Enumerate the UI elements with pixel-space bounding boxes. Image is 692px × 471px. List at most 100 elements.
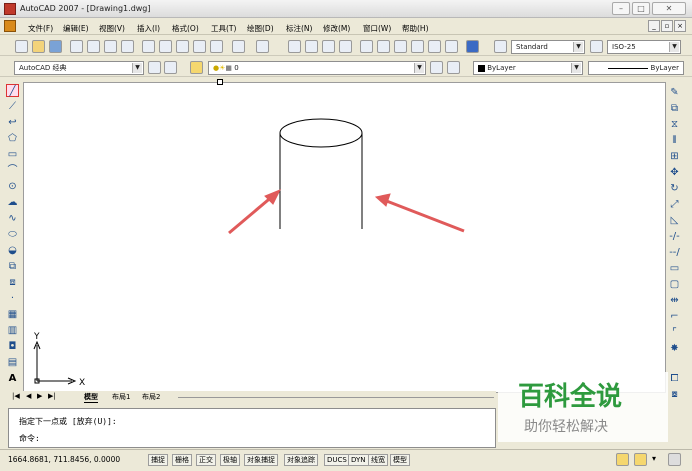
autocad-app-icon[interactable] — [4, 3, 16, 15]
explode-icon[interactable]: ✸ — [668, 342, 681, 355]
block-editor-icon[interactable] — [210, 40, 223, 53]
command-window[interactable]: 指定下一点或 [放弃(U)]: 命令: — [8, 408, 496, 448]
open-icon[interactable] — [32, 40, 45, 53]
ellipse-icon[interactable]: ⬭ — [6, 228, 19, 241]
dim-style-icon[interactable] — [590, 40, 603, 53]
menu-modify[interactable]: 修改(M) — [323, 23, 350, 34]
text-style-icon[interactable] — [494, 40, 507, 53]
layer-manager-icon[interactable] — [190, 61, 203, 74]
offset-icon[interactable]: ⫴ — [668, 134, 681, 147]
design-center-icon[interactable] — [377, 40, 390, 53]
sheet-set-icon[interactable] — [411, 40, 424, 53]
break-icon[interactable]: ▢ — [668, 278, 681, 291]
lineweight-toggle[interactable]: 线宽 — [368, 454, 388, 466]
pan-icon[interactable] — [288, 40, 301, 53]
help-icon[interactable] — [466, 40, 479, 53]
mirror-icon[interactable]: ⧖ — [668, 118, 681, 131]
menu-dimension[interactable]: 标注(N) — [286, 23, 312, 34]
fillet-icon[interactable]: ⌜ — [668, 326, 681, 339]
menu-window[interactable]: 窗口(W) — [363, 23, 391, 34]
array-icon[interactable]: ⊞ — [668, 150, 681, 163]
menu-tools[interactable]: 工具(T) — [211, 23, 236, 34]
tab-nav-first[interactable]: |◀ — [12, 392, 20, 400]
grip-marker[interactable] — [217, 79, 223, 85]
chamfer-icon[interactable]: ⌐ — [668, 310, 681, 323]
mdi-restore-button[interactable]: ▫ — [661, 20, 673, 32]
dim-style-select[interactable]: ISO-25 ▼ — [607, 40, 681, 54]
maximize-button[interactable]: □ — [632, 2, 650, 15]
minimize-button[interactable]: – — [612, 2, 630, 15]
ellipse-arc-icon[interactable]: ◒ — [6, 244, 19, 257]
menu-view[interactable]: 视图(V) — [99, 23, 125, 34]
polar-toggle[interactable]: 极轴 — [220, 454, 240, 466]
menu-format[interactable]: 格式(O) — [172, 23, 199, 34]
stretch-icon[interactable]: ◺ — [668, 214, 681, 227]
copy-object-icon[interactable]: ⧉ — [668, 102, 681, 115]
ortho-toggle[interactable]: 正交 — [196, 454, 216, 466]
linetype-select[interactable]: ByLayer — [588, 61, 684, 75]
calculator-icon[interactable] — [445, 40, 458, 53]
tab-layout2[interactable]: 布局2 — [142, 392, 160, 402]
gradient-icon[interactable]: ▥ — [6, 324, 19, 337]
draw-order-icon[interactable]: ⧠ — [668, 372, 681, 385]
extend-icon[interactable]: --/ — [668, 246, 681, 259]
paste-icon[interactable] — [176, 40, 189, 53]
move-icon[interactable]: ✥ — [668, 166, 681, 179]
undo-icon[interactable] — [232, 40, 245, 53]
properties-icon[interactable] — [360, 40, 373, 53]
make-block-icon[interactable]: ⧈ — [6, 276, 19, 289]
workspace-select[interactable]: AutoCAD 经典 ▼ — [14, 61, 144, 75]
menu-draw[interactable]: 绘图(D) — [247, 23, 274, 34]
snap-toggle[interactable]: 捕捉 — [148, 454, 168, 466]
region-icon[interactable]: ◘ — [6, 340, 19, 353]
arc-icon[interactable]: ⌒ — [6, 164, 19, 177]
status-menu-arrow[interactable]: ▾ — [652, 454, 656, 463]
zoom-realtime-icon[interactable] — [305, 40, 318, 53]
copy-icon[interactable] — [159, 40, 172, 53]
lock-toolbar-icon[interactable] — [616, 453, 629, 466]
construction-line-icon[interactable]: ⟋ — [6, 100, 19, 113]
spline-icon[interactable]: ∿ — [6, 212, 19, 225]
menu-help[interactable]: 帮助(H) — [402, 23, 429, 34]
object-snap-icon[interactable]: ⧇ — [668, 388, 681, 401]
break-at-point-icon[interactable]: ▭ — [668, 262, 681, 275]
polyline-icon[interactable]: ↩ — [6, 116, 19, 129]
new-icon[interactable] — [15, 40, 28, 53]
mdi-minimize-button[interactable]: _ — [648, 20, 660, 32]
multiline-text-icon[interactable]: A — [6, 372, 19, 385]
zoom-window-icon[interactable] — [322, 40, 335, 53]
markup-icon[interactable] — [428, 40, 441, 53]
hatch-icon[interactable]: ▦ — [6, 308, 19, 321]
otrack-toggle[interactable]: 对象追踪 — [284, 454, 318, 466]
scale-icon[interactable]: ⤢ — [668, 198, 681, 211]
rotate-icon[interactable]: ↻ — [668, 182, 681, 195]
close-button[interactable]: ✕ — [652, 2, 686, 15]
erase-icon[interactable]: ✎ — [668, 86, 681, 99]
point-icon[interactable]: · — [6, 292, 19, 305]
zoom-previous-icon[interactable] — [339, 40, 352, 53]
workspace-settings-icon[interactable] — [148, 61, 161, 74]
color-select[interactable]: ByLayer ▼ — [473, 61, 583, 75]
preview-icon[interactable] — [87, 40, 100, 53]
tab-nav-next[interactable]: ▶ — [37, 392, 42, 400]
command-prompt[interactable]: 命令: — [19, 433, 40, 444]
menu-edit[interactable]: 编辑(E) — [63, 23, 89, 34]
trim-icon[interactable]: -/- — [668, 230, 681, 243]
make-current-icon[interactable] — [430, 61, 443, 74]
grid-toggle[interactable]: 栅格 — [172, 454, 192, 466]
publish-icon[interactable] — [104, 40, 117, 53]
menu-insert[interactable]: 插入(I) — [137, 23, 160, 34]
revision-cloud-icon[interactable]: ☁ — [6, 196, 19, 209]
menu-file[interactable]: 文件(F) — [28, 23, 53, 34]
join-icon[interactable]: ⇹ — [668, 294, 681, 307]
cut-icon[interactable] — [142, 40, 155, 53]
circle-icon[interactable]: ⊙ — [6, 180, 19, 193]
communication-center-icon[interactable] — [634, 453, 647, 466]
polygon-icon[interactable]: ⬠ — [6, 132, 19, 145]
table-icon[interactable]: ▤ — [6, 356, 19, 369]
tool-palettes-icon[interactable] — [394, 40, 407, 53]
redo-icon[interactable] — [256, 40, 269, 53]
tab-layout1[interactable]: 布局1 — [112, 392, 130, 402]
match-properties-icon[interactable] — [193, 40, 206, 53]
3d-dwf-icon[interactable] — [121, 40, 134, 53]
